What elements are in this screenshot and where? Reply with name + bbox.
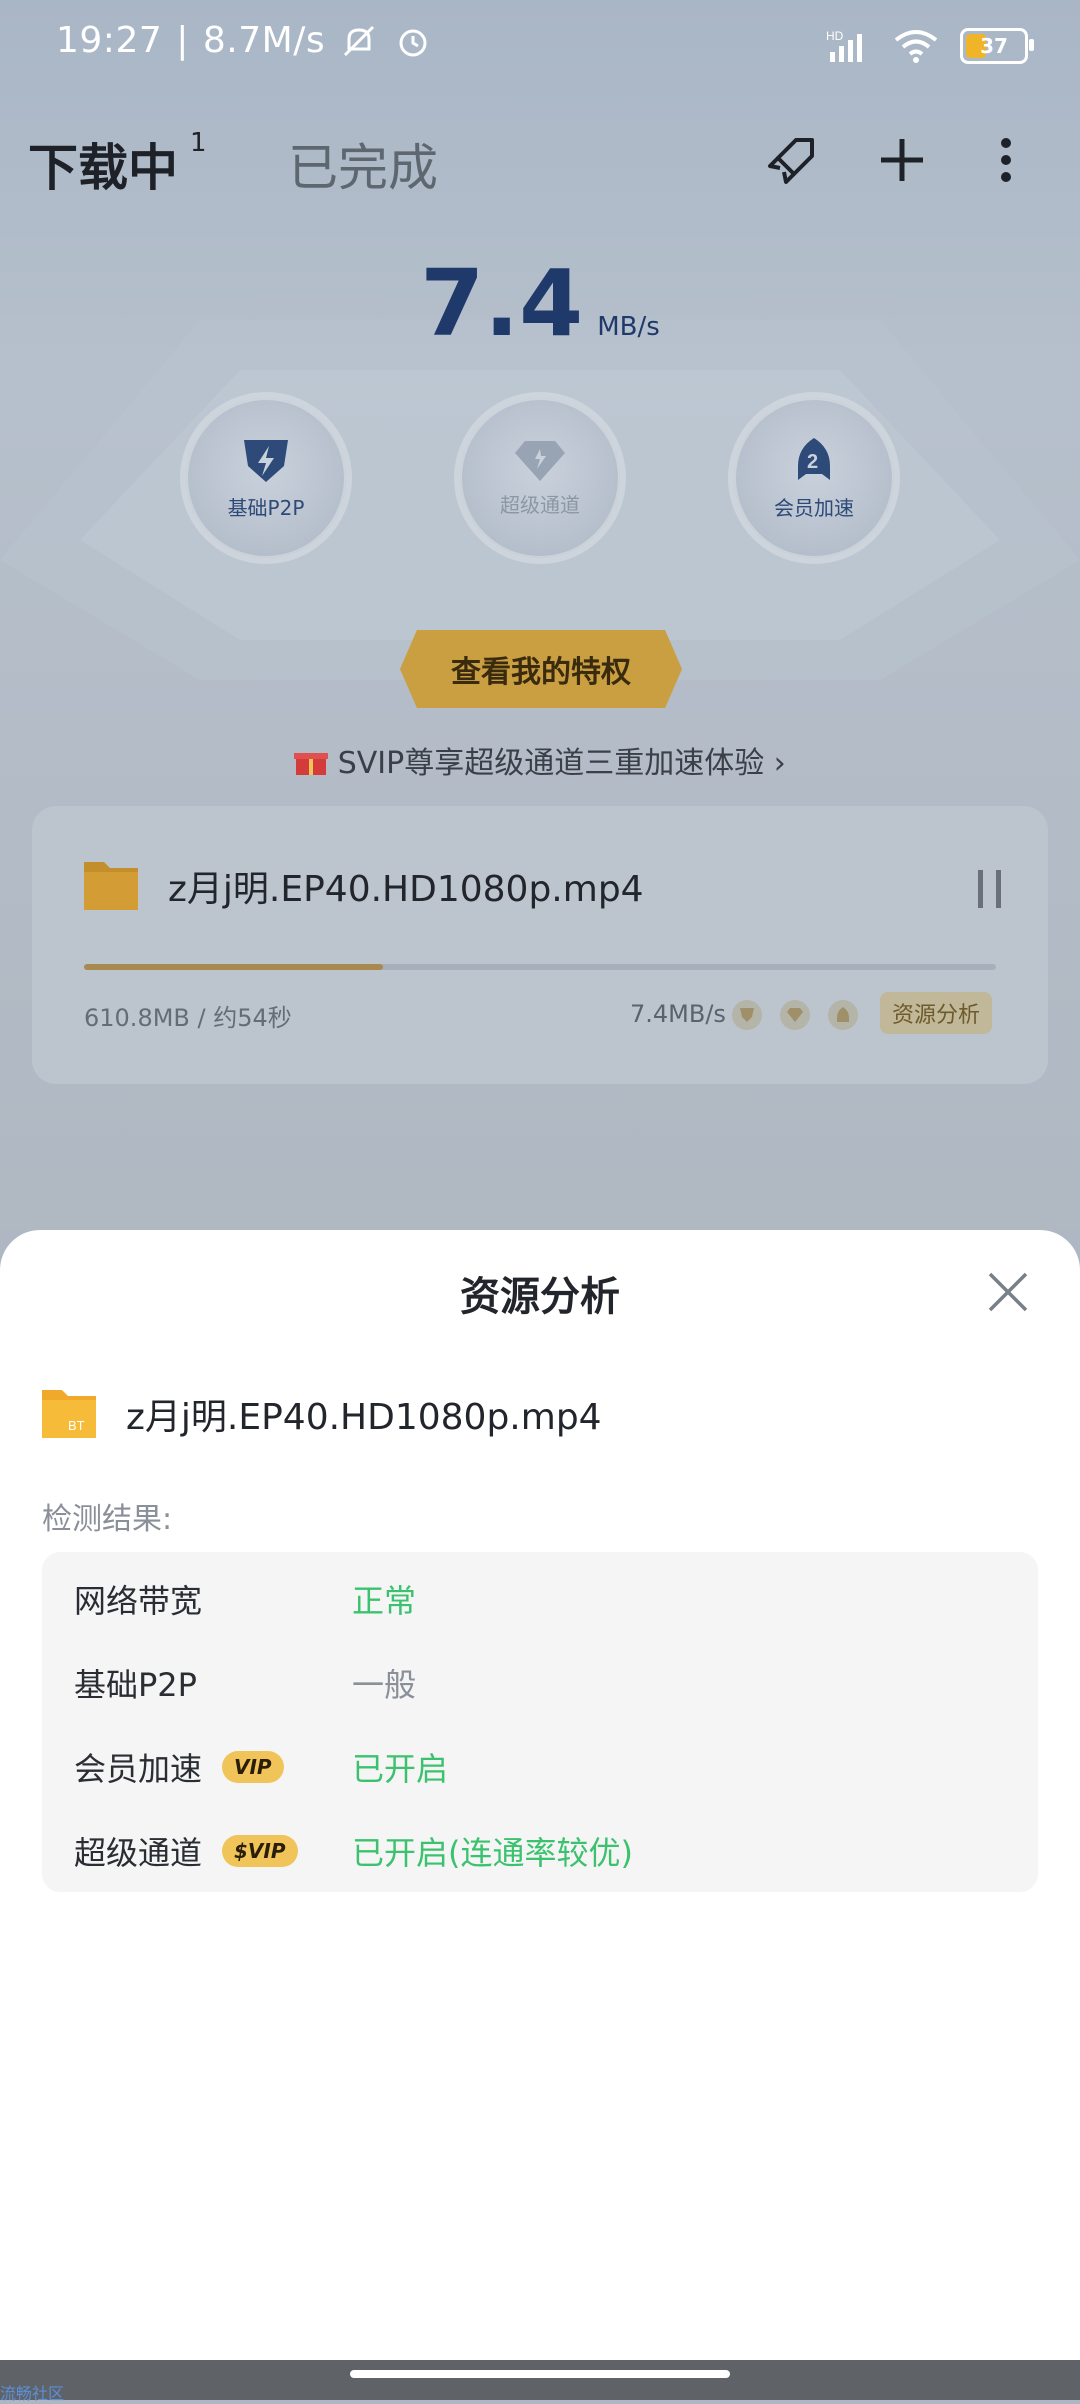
resource-analysis-button[interactable]: 资源分析 (880, 992, 992, 1034)
tab-completed[interactable]: 已完成 (288, 128, 438, 200)
download-task-card[interactable]: z月j明.EP40.HD1080p.mp4 610.8MB / 约54秒 7.4… (32, 806, 1048, 1084)
status-bar: 19:27 | 8.7M/s HD 37 (0, 0, 1080, 96)
bt-folder-icon: BT (42, 1390, 96, 1438)
watermark: 流畅社区 (0, 2384, 65, 2403)
download-size-eta: 610.8MB / 约54秒 (84, 1004, 292, 1032)
mode-super-channel[interactable]: 超级通道 (460, 398, 620, 558)
bt-folder-tag: BT (68, 1418, 85, 1433)
diamond-icon (515, 440, 565, 481)
battery-level: 37 (980, 34, 1008, 58)
result-name: 网络带宽 (74, 1582, 203, 1620)
chevron-right-icon: › (773, 746, 786, 781)
result-value: 正常 (352, 1582, 417, 1620)
tab-downloading-count: 1 (190, 128, 207, 158)
system-nav-bar (0, 2360, 1080, 2400)
mode-basic-p2p[interactable]: 基础P2P (186, 398, 346, 558)
tab-downloading[interactable]: 下载中 (28, 128, 178, 200)
detect-result-label: 检测结果: (42, 1502, 173, 1537)
pause-icon (978, 870, 1001, 908)
rocket-icon: 2 (798, 437, 830, 480)
svip-promo-link[interactable]: SVIP尊享超级通道三重加速体验 › (0, 738, 1080, 782)
vip-boost-status-icon (828, 1000, 858, 1030)
hd-label: HD (826, 29, 844, 43)
gift-icon (294, 753, 329, 775)
promo-text: SVIP尊享超级通道三重加速体验 (337, 746, 765, 781)
svg-text:2: 2 (807, 451, 818, 473)
plus-icon (881, 139, 923, 181)
svip-badge: $VIP (222, 1835, 298, 1867)
resource-analysis-sheet: 资源分析 BT z月j明.EP40.HD1080p.mp4 检测结果: 网络带宽… (0, 1230, 1080, 2360)
mute-bell-icon (344, 25, 375, 56)
speed-value: 7.4 (420, 250, 584, 357)
super-channel-status-icon (780, 1000, 810, 1030)
speed-unit: MB/s (597, 312, 660, 342)
home-indicator[interactable] (350, 2370, 730, 2378)
mode-label: 会员加速 (774, 495, 854, 520)
view-privileges-button[interactable]: 查看我的特权 (400, 630, 682, 708)
result-row-bandwidth: 网络带宽 正常 (42, 1552, 1038, 1636)
status-time: 19:27 (56, 20, 163, 61)
alarm-icon (399, 29, 427, 56)
result-value: 已开启 (352, 1750, 449, 1788)
close-icon (988, 1272, 1028, 1312)
mode-vip-boost[interactable]: 2 会员加速 (734, 398, 894, 558)
download-progress-fill (84, 964, 384, 970)
result-name: 会员加速 (74, 1750, 203, 1788)
battery-icon: 37 (960, 28, 1034, 64)
result-row-vip-boost: 会员加速 VIP 已开启 (42, 1720, 1038, 1804)
download-file-name: z月j明.EP40.HD1080p.mp4 (168, 869, 644, 910)
rocket-boost-button[interactable] (762, 130, 822, 190)
close-button[interactable] (984, 1268, 1032, 1316)
result-row-super-channel: 超级通道 $VIP 已开启(连通率较优) (42, 1804, 1038, 1888)
result-value: 一般 (352, 1666, 417, 1704)
pause-button[interactable] (976, 868, 1004, 914)
p2p-status-icon (732, 1000, 762, 1030)
status-net-speed: 8.7M/s (202, 20, 326, 61)
bt-folder-icon (84, 862, 138, 910)
mode-label: 超级通道 (500, 492, 580, 517)
more-menu-button[interactable] (976, 130, 1036, 190)
download-progress-bar (84, 964, 996, 970)
lightning-shield-icon (244, 439, 288, 482)
mode-label: 基础P2P (227, 495, 305, 520)
detect-result-list: 网络带宽 正常 基础P2P 一般 会员加速 VIP 已开启 超级通道 $VIP 已开… (42, 1552, 1038, 1892)
sheet-title: 资源分析 (460, 1274, 620, 1320)
sheet-file-name: z月j明.EP40.HD1080p.mp4 (126, 1397, 602, 1438)
result-name: 超级通道 (74, 1834, 203, 1872)
speed-display: 7.4 MB/s (0, 250, 1080, 357)
vip-badge: VIP (222, 1751, 284, 1783)
result-value: 已开启(连通率较优) (352, 1834, 633, 1872)
wifi-icon (894, 30, 938, 63)
add-task-button[interactable] (872, 130, 932, 190)
result-name: 基础P2P (74, 1666, 197, 1704)
signal-icon: HD (826, 29, 862, 62)
top-header: 下载中 1 已完成 (0, 120, 1080, 210)
rocket-icon (768, 138, 814, 184)
result-row-basic-p2p: 基础P2P 一般 (42, 1636, 1038, 1720)
download-rate: 7.4MB/s (630, 1000, 726, 1028)
more-vertical-icon (1001, 138, 1011, 182)
